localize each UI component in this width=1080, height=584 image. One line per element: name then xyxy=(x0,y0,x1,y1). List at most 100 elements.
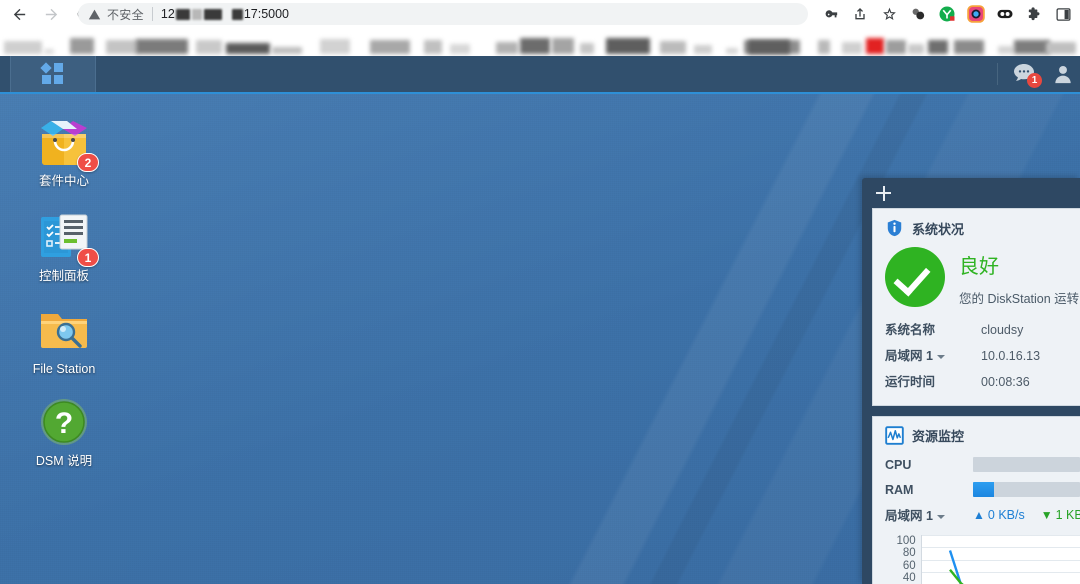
bookmark-item[interactable] xyxy=(660,41,686,54)
url-text: 12 17:5000 xyxy=(161,7,289,21)
resource-monitor-widget: 资源监控 CPU RAM 局域网 1 ▲ 0 KB/s ▼ 1 KB 100 8… xyxy=(872,416,1080,584)
bookmark-item[interactable] xyxy=(552,38,574,54)
bookmarks-bar[interactable] xyxy=(0,28,1080,56)
lan-selector[interactable]: 局域网 1 xyxy=(885,505,973,524)
svg-text:?: ? xyxy=(55,407,73,440)
table-row: 系统名称 cloudsy xyxy=(885,317,1080,343)
widget-panel: 系统状况 良好 您的 DiskStation 运转 系统名称 cloudsy 局… xyxy=(862,178,1080,584)
bookmark-item[interactable] xyxy=(424,40,442,54)
y-tick: 40 xyxy=(902,572,916,584)
desktop-icon-dsm-help[interactable]: ? DSM 说明 xyxy=(16,396,112,469)
health-status-label: 良好 xyxy=(959,256,999,278)
bookmark-item[interactable] xyxy=(450,44,470,54)
upload-value: 0 KB/s xyxy=(987,507,1025,522)
taskbar-right-group: 1 xyxy=(997,56,1074,92)
shield-info-icon xyxy=(887,219,902,237)
bookmark-item[interactable] xyxy=(106,40,138,54)
bookmark-item[interactable] xyxy=(694,45,712,54)
y-tick: 60 xyxy=(902,559,916,572)
url-redaction-2 xyxy=(191,8,202,20)
bookmark-item[interactable] xyxy=(748,40,790,54)
security-status-label: 不安全 xyxy=(107,7,144,22)
extension-camera-icon[interactable] xyxy=(963,1,989,27)
bookmark-item[interactable] xyxy=(866,38,884,54)
cpu-label: CPU xyxy=(885,457,912,472)
system-health-widget: 系统状况 良好 您的 DiskStation 运转 系统名称 cloudsy 局… xyxy=(872,208,1080,406)
desktop-icon-control-panel[interactable]: 1 控制面板 xyxy=(16,211,112,284)
health-text-block: 良好 您的 DiskStation 运转 xyxy=(945,247,1079,307)
browser-toolbar-icons xyxy=(818,0,1076,28)
bookmark-item[interactable] xyxy=(886,40,906,54)
address-bar[interactable]: 不安全 12 17:5000 xyxy=(78,3,808,25)
back-button[interactable] xyxy=(6,1,32,27)
bookmark-item[interactable] xyxy=(44,49,54,54)
bookmark-item[interactable] xyxy=(580,43,594,54)
chevron-down-icon[interactable] xyxy=(936,514,945,519)
info-key: 运行时间 xyxy=(885,375,936,389)
main-menu-grid-icon xyxy=(40,62,64,85)
arrow-up-icon: ▲ xyxy=(973,507,985,522)
info-key[interactable]: 局域网 1 xyxy=(885,343,981,369)
info-value: 10.0.16.13 xyxy=(981,349,1041,363)
system-health-title: 系统状况 xyxy=(912,221,965,237)
desktop-icon-file-station[interactable]: File Station xyxy=(16,304,112,377)
bookmark-item[interactable] xyxy=(136,39,188,54)
desktop-icon-label: File Station xyxy=(32,362,96,376)
bookmark-item[interactable] xyxy=(842,42,862,54)
bookmark-item[interactable] xyxy=(908,44,924,54)
browser-toolbar: 不安全 12 17:5000 xyxy=(0,0,1080,28)
bookmark-item[interactable] xyxy=(928,40,948,54)
bookmark-item[interactable] xyxy=(998,46,1014,54)
desktop-icon-label: DSM 说明 xyxy=(35,454,93,468)
password-key-icon[interactable] xyxy=(818,1,844,27)
chart-y-axis: 100 80 60 40 20 xyxy=(879,535,921,584)
user-avatar-button[interactable] xyxy=(1052,63,1074,85)
extension-green-icon[interactable] xyxy=(934,1,960,27)
bookmark-item[interactable] xyxy=(818,40,830,54)
lan-label: 局域网 1 xyxy=(885,349,933,363)
add-widget-button[interactable] xyxy=(862,178,1080,208)
desktop-icon-label: 控制面板 xyxy=(38,269,89,283)
bookmark-item[interactable] xyxy=(320,39,350,54)
main-menu-button[interactable] xyxy=(10,56,96,92)
forward-button[interactable] xyxy=(38,1,64,27)
bookmark-item[interactable] xyxy=(4,41,42,54)
resource-monitor-title: 资源监控 xyxy=(912,429,965,444)
back-arrow-icon xyxy=(13,8,25,20)
bookmark-item[interactable] xyxy=(196,40,222,54)
bookmark-item[interactable] xyxy=(226,43,270,54)
not-secure-warning-icon xyxy=(88,8,101,21)
bookmark-item[interactable] xyxy=(370,40,410,54)
network-row: 局域网 1 ▲0 KB/s ▼1 KB/s xyxy=(885,502,1080,527)
bookmark-item[interactable] xyxy=(272,47,302,54)
desktop-icon-package-center[interactable]: 2 套件中心 xyxy=(16,116,112,189)
chart-series-upload xyxy=(948,550,962,584)
bookmark-item[interactable] xyxy=(1014,40,1050,54)
bookmark-item[interactable] xyxy=(954,40,984,54)
extensions-puzzle-icon[interactable] xyxy=(1021,1,1047,27)
user-avatar-icon xyxy=(1055,66,1071,84)
bookmark-item[interactable] xyxy=(606,38,650,54)
bookmark-item[interactable] xyxy=(1046,42,1076,54)
bookmark-item[interactable] xyxy=(520,38,550,54)
control-panel-icon: 1 xyxy=(38,211,99,267)
url-redaction-4 xyxy=(231,8,243,20)
health-check-icon xyxy=(885,247,945,307)
notifications-button[interactable]: 1 xyxy=(1012,62,1042,88)
plus-icon xyxy=(876,185,891,201)
bookmark-item[interactable] xyxy=(496,42,518,54)
package-center-icon: 2 xyxy=(38,116,99,172)
extension-eyes-icon[interactable] xyxy=(992,1,1018,27)
bookmark-star-icon[interactable] xyxy=(876,1,902,27)
chevron-down-icon[interactable] xyxy=(936,354,945,359)
bookmark-item[interactable] xyxy=(726,48,738,54)
side-panel-icon[interactable] xyxy=(1050,1,1076,27)
extension-dark-icon[interactable] xyxy=(905,1,931,27)
y-tick: 100 xyxy=(896,535,916,547)
download-value: 1 KB/s xyxy=(1055,507,1080,522)
cpu-usage-bar xyxy=(973,457,1080,472)
lan-label: 局域网 1 xyxy=(885,509,933,523)
share-icon[interactable] xyxy=(847,1,873,27)
ram-label: RAM xyxy=(885,482,914,497)
bookmark-item[interactable] xyxy=(70,38,94,54)
